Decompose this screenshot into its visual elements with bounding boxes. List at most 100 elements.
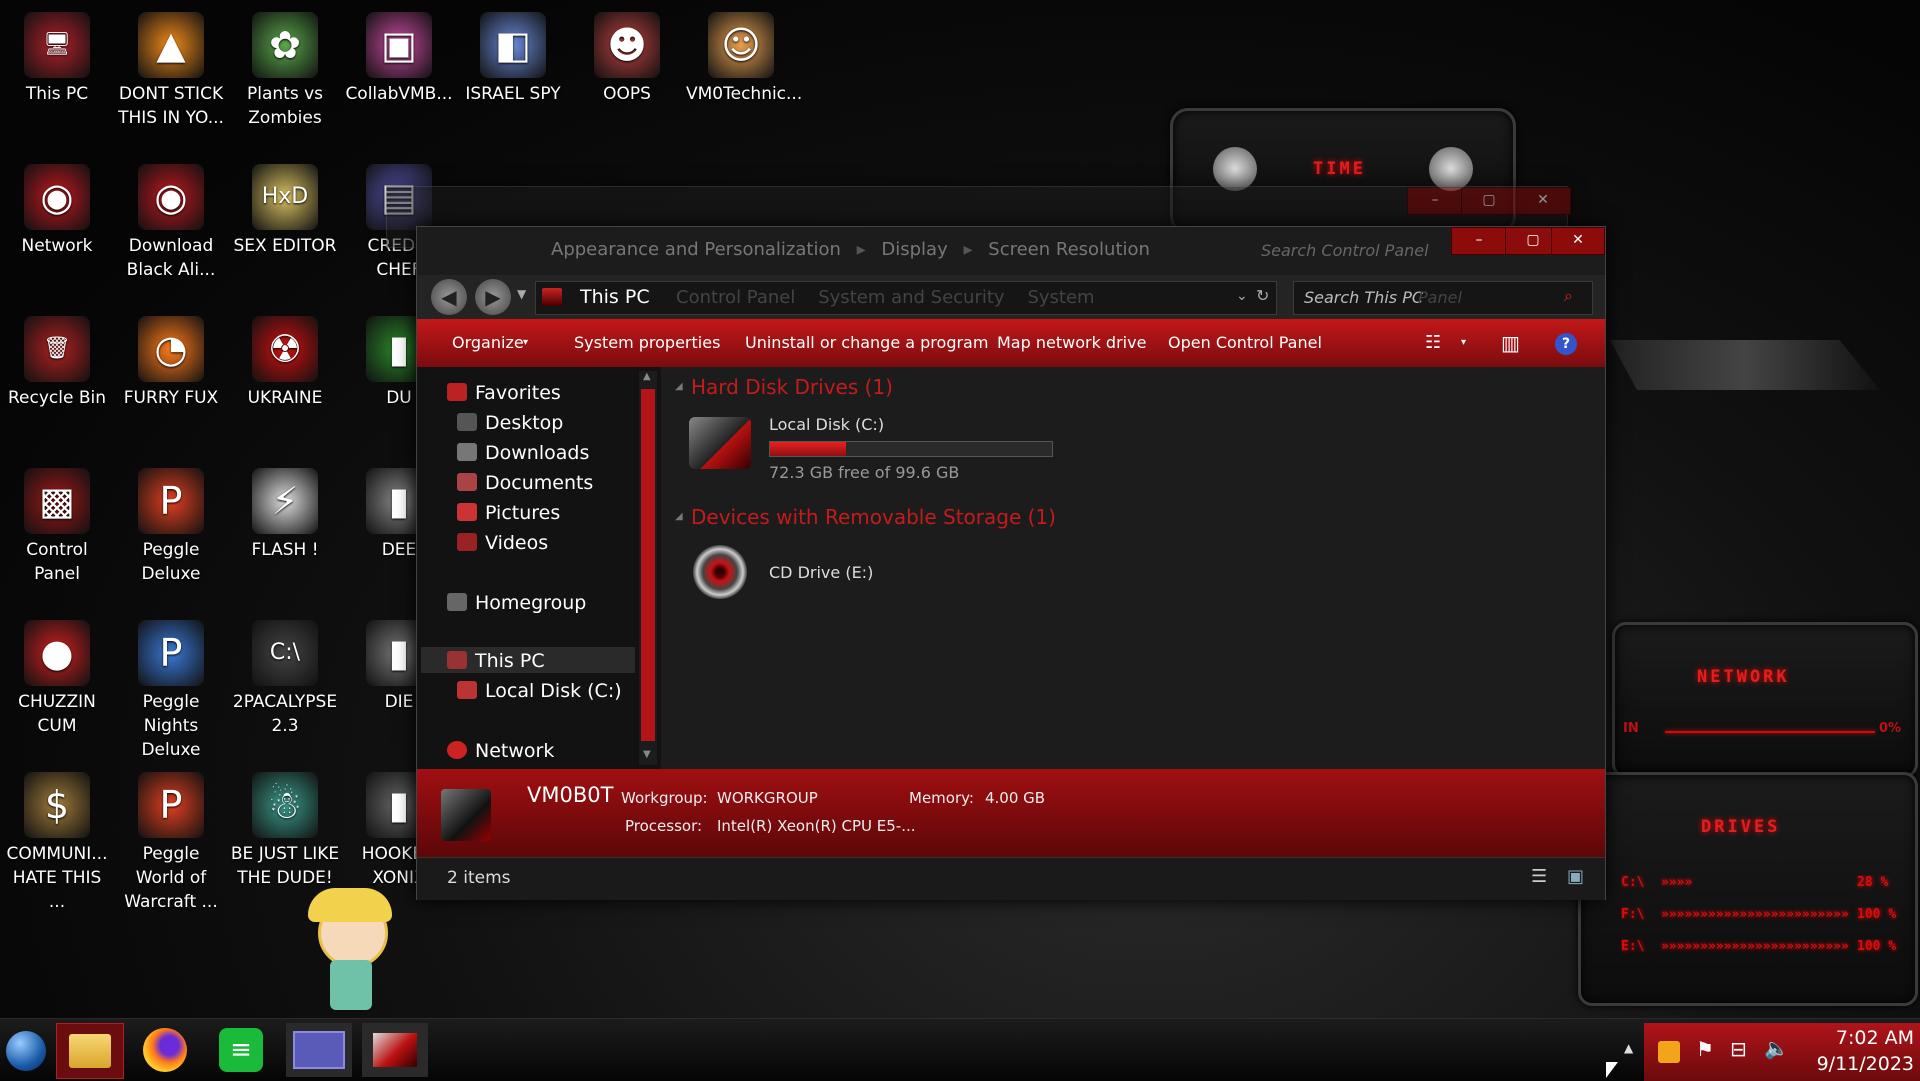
preview-pane-icon[interactable]: ▥ [1501,319,1520,367]
action-center-flag-icon[interactable]: ⚑ [1696,1037,1714,1061]
close-button[interactable]: ✕ [1515,187,1571,215]
monitor-globe-icon: ◧ [480,12,546,78]
terminal-icon: C:\ [252,620,318,686]
group-header-removable-storage[interactable]: Devices with Removable Storage (1) [691,505,1056,529]
this-pc-window[interactable]: Appearance and Personalization ▸ Display… [416,226,1606,900]
nav-scrollbar[interactable]: ▲ ▼ [639,371,657,765]
nav-network-label: Network [475,740,555,762]
desktop-shortcut-label: OOPS [603,84,651,104]
nav-favorites-label: Favorites [475,382,561,404]
desktop-shortcut[interactable]: ☢ UKRAINE [230,308,340,410]
drive-row-pct: 100 % [1857,939,1897,954]
desktop-shortcut[interactable]: ▩ Control Panel [2,460,112,586]
breadcrumb-screen-resolution[interactable]: Screen Resolution [988,239,1150,260]
organize-button[interactable]: Organize [452,319,524,367]
volume-icon[interactable]: 🔈 [1764,1036,1789,1060]
drive-tile-cd-drive[interactable]: CD Drive (E:) [683,541,983,611]
drive-row-label: E:\ [1621,939,1645,954]
recent-locations-chevron-icon[interactable]: ▼ [517,287,526,301]
search-this-pc-field[interactable]: Search This PC Panel ⌕ [1293,281,1593,315]
drive-tile-local-disk[interactable]: Local Disk (C:) 72.3 GB free of 99.6 GB [683,409,1083,493]
open-control-panel-button[interactable]: Open Control Panel [1168,319,1322,367]
desktop-shortcut[interactable]: ☺ VM0Technic... [686,4,802,106]
desktop-shortcut[interactable]: 🗑 Recycle Bin [2,308,112,410]
breadcrumb-appearance[interactable]: Appearance and Personalization [551,239,841,260]
help-icon[interactable]: ? [1555,333,1577,355]
desktop-shortcut[interactable]: ☻ OOPS [572,4,682,106]
back-arrow-icon[interactable]: ◀ [431,279,467,315]
minimize-button[interactable]: – [1407,187,1463,215]
desktop-shortcut[interactable]: ● CHUZZIN CUM [2,612,112,738]
breadcrumb-display[interactable]: Display [881,239,947,260]
chevron-down-icon[interactable]: ⌄ [1236,288,1248,304]
map-network-drive-button[interactable]: Map network drive [997,319,1146,367]
nav-downloads[interactable]: Downloads [457,439,589,467]
desktop-shortcut[interactable]: ✿ Plants vs Zombies [230,4,340,130]
desktop-shortcut[interactable]: P Peggle Nights Deluxe [116,612,226,762]
clock[interactable]: 7:02 AM 9/11/2023 [1802,1025,1914,1077]
desktop-shortcut[interactable]: ◔ FURRY FUX [116,308,226,410]
view-options-icon[interactable]: ☷ [1425,319,1441,367]
desktop-shortcut[interactable]: ▲ DONT STICK THIS IN YO... [116,4,226,130]
minimize-button[interactable]: – [1451,227,1507,255]
desktop-shortcut[interactable]: ☃ BE JUST LIKE THE DUDE! [230,764,340,890]
desktop-shortcut[interactable]: ◉ Network [2,156,112,258]
details-view-icon[interactable]: ☰ [1531,866,1547,887]
nav-pictures[interactable]: Pictures [457,499,560,527]
large-icons-view-icon[interactable]: ▣ [1567,866,1584,887]
desktop-shortcut[interactable]: P Peggle Deluxe [116,460,226,586]
desktop-shortcut-label: BE JUST LIKE THE DUDE! [230,844,340,888]
peggle-icon: P [138,468,204,534]
control-panel-search-field[interactable]: Search Control Panel [1261,241,1429,260]
desktop-shortcut[interactable]: ⚡ FLASH ! [230,460,340,562]
group-header-hard-disk-drives[interactable]: Hard Disk Drives (1) [691,375,893,399]
scroll-down-arrow-icon[interactable]: ▼ [643,749,651,760]
taskbar-firefox[interactable] [132,1023,198,1077]
cd-drive-icon [693,545,747,599]
scrollbar-thumb[interactable] [641,389,655,741]
view-chevron-icon[interactable]: ▾ [1461,319,1466,367]
drive-row-pct: 100 % [1857,907,1897,922]
refresh-icon[interactable]: ↻ [1256,286,1269,305]
system-properties-button[interactable]: System properties [574,319,720,367]
taskbar-window-app[interactable] [286,1023,352,1077]
start-orb-icon[interactable] [6,1031,46,1071]
desktop-shortcut[interactable]: ▣ CollabVMB... [344,4,454,106]
nav-desktop[interactable]: Desktop [457,409,563,437]
hxd-editor-icon: HxD [252,164,318,230]
collapse-arrow-icon[interactable]: ◢ [675,511,683,522]
nav-homegroup[interactable]: Homegroup [447,589,586,617]
desktop-shortcut[interactable]: ◉ Download Black Ali... [116,156,226,282]
uninstall-program-button[interactable]: Uninstall or change a program [745,319,988,367]
maximize-button[interactable]: ▢ [1461,187,1517,215]
desktop-shortcut[interactable]: $ COMMUNI... HATE THIS ... [2,764,112,914]
show-hidden-icons-chevron-icon[interactable]: ▲ [1624,1041,1633,1055]
network-status-icon[interactable]: ⊟ [1730,1037,1747,1061]
desktop-shortcut[interactable]: C:\ 2PACALYPSE 2.3 [230,612,340,738]
close-button[interactable]: ✕ [1551,227,1605,255]
desktop-shortcut-label: Control Panel [26,540,88,584]
nav-this-pc[interactable]: This PC [447,647,545,675]
taskbar-notes-app[interactable]: ≡ [208,1023,274,1077]
nav-network[interactable]: Network [447,737,554,765]
desktop-shortcut[interactable]: HxD SEX EDITOR [230,156,340,258]
portrait-icon: ☻ [594,12,660,78]
forward-arrow-icon[interactable]: ▶ [475,279,511,315]
nav-documents[interactable]: Documents [457,469,593,497]
tray-app-icon[interactable] [1658,1041,1680,1063]
nav-favorites[interactable]: Favorites [447,379,561,407]
desktop-shortcut[interactable]: 🖥 This PC [2,4,112,106]
nav-videos[interactable]: Videos [457,529,548,557]
collapse-arrow-icon[interactable]: ◢ [675,381,683,392]
address-bar[interactable]: This PC Control Panel System and Securit… [535,281,1277,315]
scroll-up-arrow-icon[interactable]: ▲ [643,371,651,382]
taskbar-control-panel[interactable] [362,1023,428,1077]
taskbar-file-explorer[interactable] [56,1023,124,1079]
nav-local-disk[interactable]: Local Disk (C:) [457,677,622,705]
monitor-icon: ▣ [366,12,432,78]
vlc-cone-icon: ▲ [138,12,204,78]
organize-chevron-icon[interactable]: ▾ [523,319,528,367]
desktop-shortcut[interactable]: P Peggle World of Warcraft ... [116,764,226,914]
desktop-shortcut[interactable]: ◧ ISRAEL SPY [458,4,568,106]
search-icon[interactable]: ⌕ [1564,286,1573,306]
